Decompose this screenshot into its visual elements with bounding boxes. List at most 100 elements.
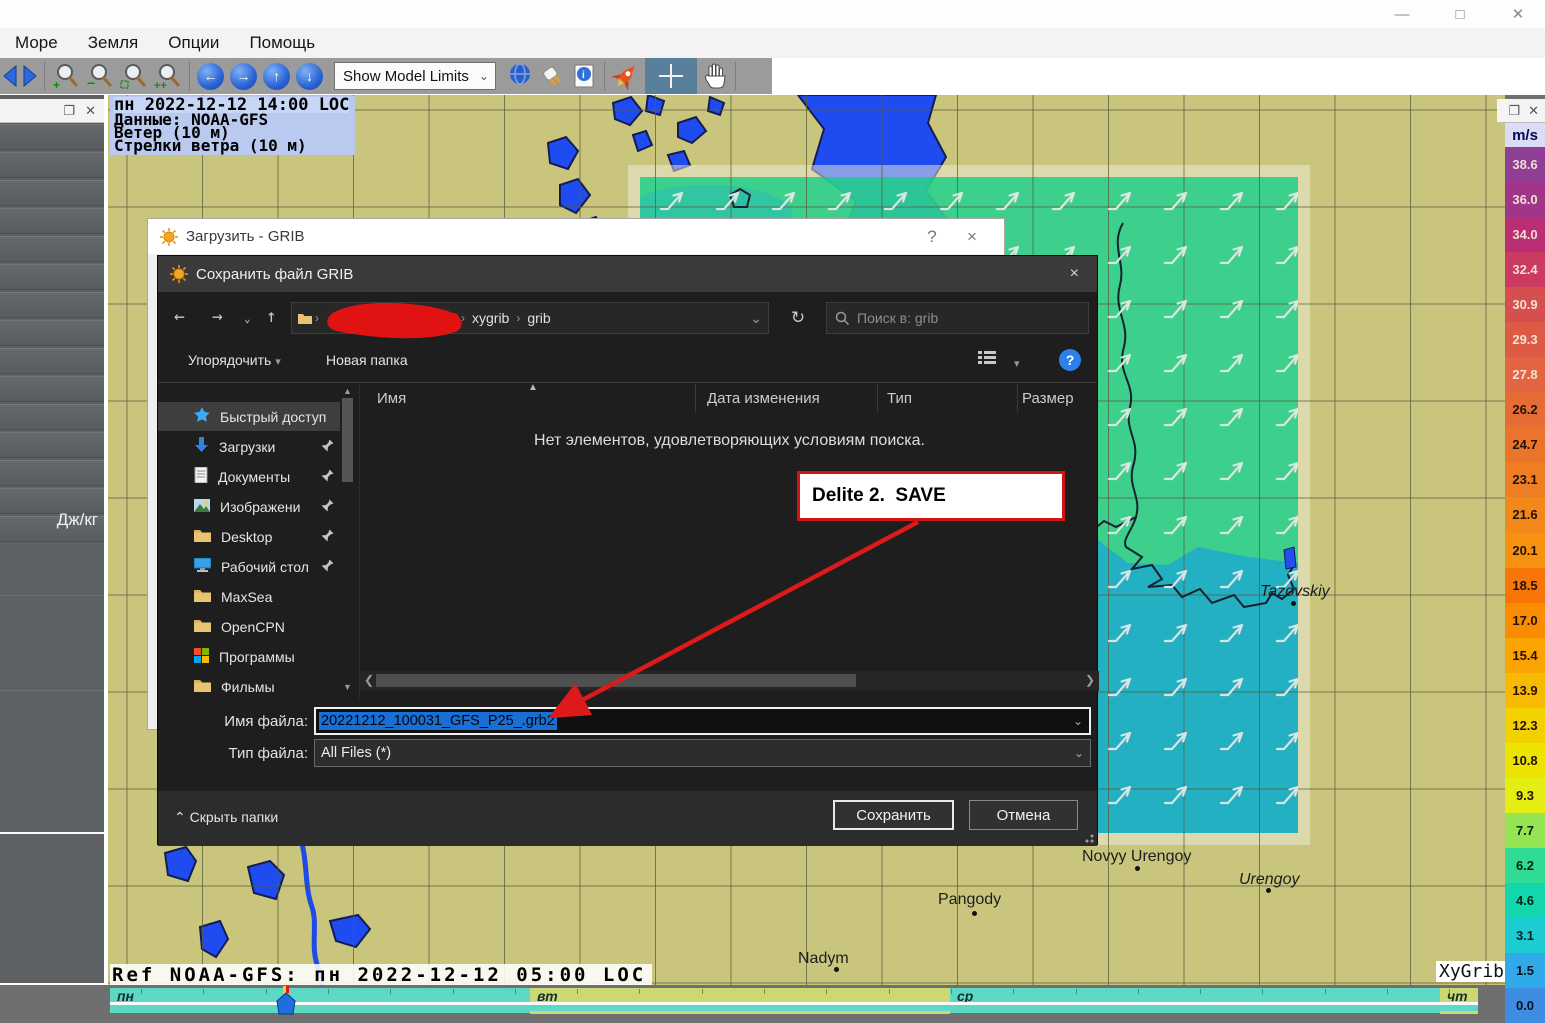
organize-menu-button[interactable]: Упорядочить ▾ — [188, 352, 281, 368]
crosshair-tool-button[interactable] — [645, 58, 697, 94]
scroll-right-icon[interactable]: ❯ — [1085, 673, 1095, 687]
sidebar-item-opencpn[interactable]: OpenCPN — [158, 612, 340, 641]
zoom-fit-icon[interactable]: ++ — [153, 60, 183, 92]
save-dialog-titlebar[interactable]: Сохранить файл GRIB × — [158, 256, 1097, 292]
hide-folders-button[interactable]: ⌃ Скрыть папки — [174, 809, 278, 826]
nav-up-icon[interactable]: ↑ — [266, 306, 277, 327]
dock-row[interactable] — [0, 152, 104, 178]
breadcrumb-segment[interactable]: grib — [527, 310, 550, 326]
chevron-down-icon[interactable]: ⌄ — [1074, 746, 1084, 760]
maximize-icon[interactable]: □ — [1437, 2, 1483, 26]
dock-row[interactable] — [0, 348, 104, 374]
dock-row[interactable] — [0, 376, 104, 402]
timeline-day-band-ср[interactable] — [950, 988, 1440, 1002]
sidebar-scrollbar[interactable]: ▲ ▼ — [342, 386, 353, 696]
dock-row[interactable] — [0, 404, 104, 430]
sidebar-item-быстрый-доступ[interactable]: Быстрый доступ — [158, 402, 340, 431]
close-icon[interactable]: × — [952, 227, 992, 247]
float-panel-icon[interactable]: ❐ — [63, 104, 75, 117]
dock-row[interactable] — [0, 236, 104, 262]
nav-recent-chevron-icon[interactable]: ⌄ — [244, 312, 251, 325]
breadcrumb-segment[interactable]: xygrib — [472, 310, 509, 326]
horizontal-scrollbar[interactable]: ❮ ❯ — [360, 671, 1099, 691]
globe-icon[interactable] — [506, 60, 534, 92]
float-panel-icon[interactable]: ❐ — [1508, 104, 1520, 117]
column-divider[interactable] — [695, 384, 696, 412]
column-header-date[interactable]: Дата изменения — [707, 390, 820, 407]
scroll-left-icon[interactable]: ❮ — [364, 673, 374, 687]
save-button[interactable]: Сохранить — [833, 800, 954, 830]
column-header-name[interactable]: Имя — [377, 390, 406, 407]
sidebar-item-документы[interactable]: Документы — [158, 462, 340, 491]
view-mode-icon[interactable] — [978, 350, 996, 369]
chevron-down-icon[interactable]: ⌄ — [1073, 714, 1083, 728]
plug-icon[interactable] — [538, 60, 566, 92]
nav-back-icon[interactable]: ← — [174, 306, 185, 327]
nav-forward-icon[interactable]: → — [212, 306, 223, 327]
dock-row[interactable] — [0, 460, 104, 486]
cancel-button[interactable]: Отмена — [969, 800, 1078, 830]
timeline-day-band-пн[interactable] — [110, 988, 530, 1002]
chevron-down-icon[interactable]: ⌄ — [750, 310, 762, 327]
filetype-dropdown[interactable]: All Files (*) ⌄ — [314, 739, 1091, 767]
sidebar-item-программы[interactable]: Программы — [158, 642, 340, 671]
help-icon[interactable]: ? — [912, 227, 952, 247]
sidebar-item-загрузки[interactable]: Загрузки — [158, 432, 340, 461]
time-slider-bar[interactable]: пнвтсрчт — [0, 985, 1505, 1023]
info-icon[interactable]: i — [570, 60, 598, 92]
dock-row[interactable] — [0, 180, 104, 206]
column-header-size[interactable]: Размер — [1022, 390, 1074, 407]
zoom-out-icon[interactable]: − — [85, 60, 115, 92]
next-timestep-icon[interactable] — [22, 60, 38, 92]
close-panel-icon[interactable]: ✕ — [1528, 104, 1539, 117]
column-divider[interactable] — [1017, 384, 1018, 412]
sidebar-item-изображени[interactable]: Изображени — [158, 492, 340, 521]
hand-pan-icon[interactable] — [701, 60, 729, 92]
menu-item-1[interactable]: Море — [0, 33, 73, 53]
zoom-in-icon[interactable]: + — [51, 60, 81, 92]
sidebar-item-desktop[interactable]: Desktop — [158, 522, 340, 551]
search-input[interactable]: Поиск в: grib — [826, 302, 1089, 334]
scroll-down-icon[interactable]: ▼ — [342, 682, 353, 692]
scrollbar-thumb[interactable] — [376, 674, 856, 687]
dock-row[interactable] — [0, 292, 104, 318]
scrollbar-thumb[interactable] — [342, 398, 353, 482]
pan-up-icon[interactable]: ↑ — [263, 63, 290, 90]
dialog-help-icon[interactable]: ? — [1059, 349, 1081, 371]
menu-item-4[interactable]: Помощь — [234, 33, 330, 53]
sidebar-item-рабочий-стол[interactable]: Рабочий стол — [158, 552, 340, 581]
minimize-icon[interactable]: — — [1379, 2, 1425, 26]
dock-row[interactable] — [0, 208, 104, 234]
grib-dialog-titlebar[interactable]: Загрузить - GRIB ? × — [148, 219, 1004, 254]
pan-left-icon[interactable]: ← — [197, 63, 224, 90]
sidebar-item-maxsea[interactable]: MaxSea — [158, 582, 340, 611]
scroll-up-icon[interactable]: ▲ — [342, 386, 353, 396]
new-folder-button[interactable]: Новая папка — [326, 352, 408, 368]
address-breadcrumb[interactable]: › › xygrib › grib ⌄ — [291, 302, 769, 334]
filename-input[interactable]: 20221212_100031_GFS_P25_.grb2 ⌄ — [314, 707, 1091, 735]
zoom-selection-icon[interactable] — [119, 60, 149, 92]
close-icon[interactable]: × — [1064, 265, 1085, 283]
column-divider[interactable] — [877, 384, 878, 412]
time-cursor[interactable] — [270, 985, 310, 1019]
pan-down-icon[interactable]: ↓ — [296, 63, 323, 90]
dock-row[interactable] — [0, 264, 104, 290]
dock-row[interactable] — [0, 432, 104, 458]
filename-value-selected[interactable]: 20221212_100031_GFS_P25_.grb2 — [319, 712, 557, 730]
model-limits-dropdown[interactable]: Show Model Limits ⌄ — [334, 62, 496, 90]
column-header-type[interactable]: Тип — [887, 390, 912, 407]
close-icon[interactable]: ✕ — [1495, 2, 1541, 26]
rocket-icon[interactable] — [611, 60, 641, 92]
previous-timestep-icon[interactable] — [2, 60, 18, 92]
menu-item-3[interactable]: Опции — [153, 33, 234, 53]
dock-row[interactable] — [0, 320, 104, 346]
close-panel-icon[interactable]: ✕ — [85, 104, 96, 117]
timeline-day-band-вт[interactable] — [530, 988, 950, 1002]
dock-row[interactable] — [0, 124, 104, 150]
refresh-icon[interactable]: ↻ — [780, 302, 816, 334]
pan-right-icon[interactable]: → — [230, 63, 257, 90]
menu-item-2[interactable]: Земля — [73, 33, 154, 53]
resize-grip[interactable] — [1082, 831, 1094, 843]
chevron-down-icon[interactable]: ▾ — [1014, 354, 1020, 370]
sidebar-item-фильмы[interactable]: Фильмы — [158, 672, 340, 701]
